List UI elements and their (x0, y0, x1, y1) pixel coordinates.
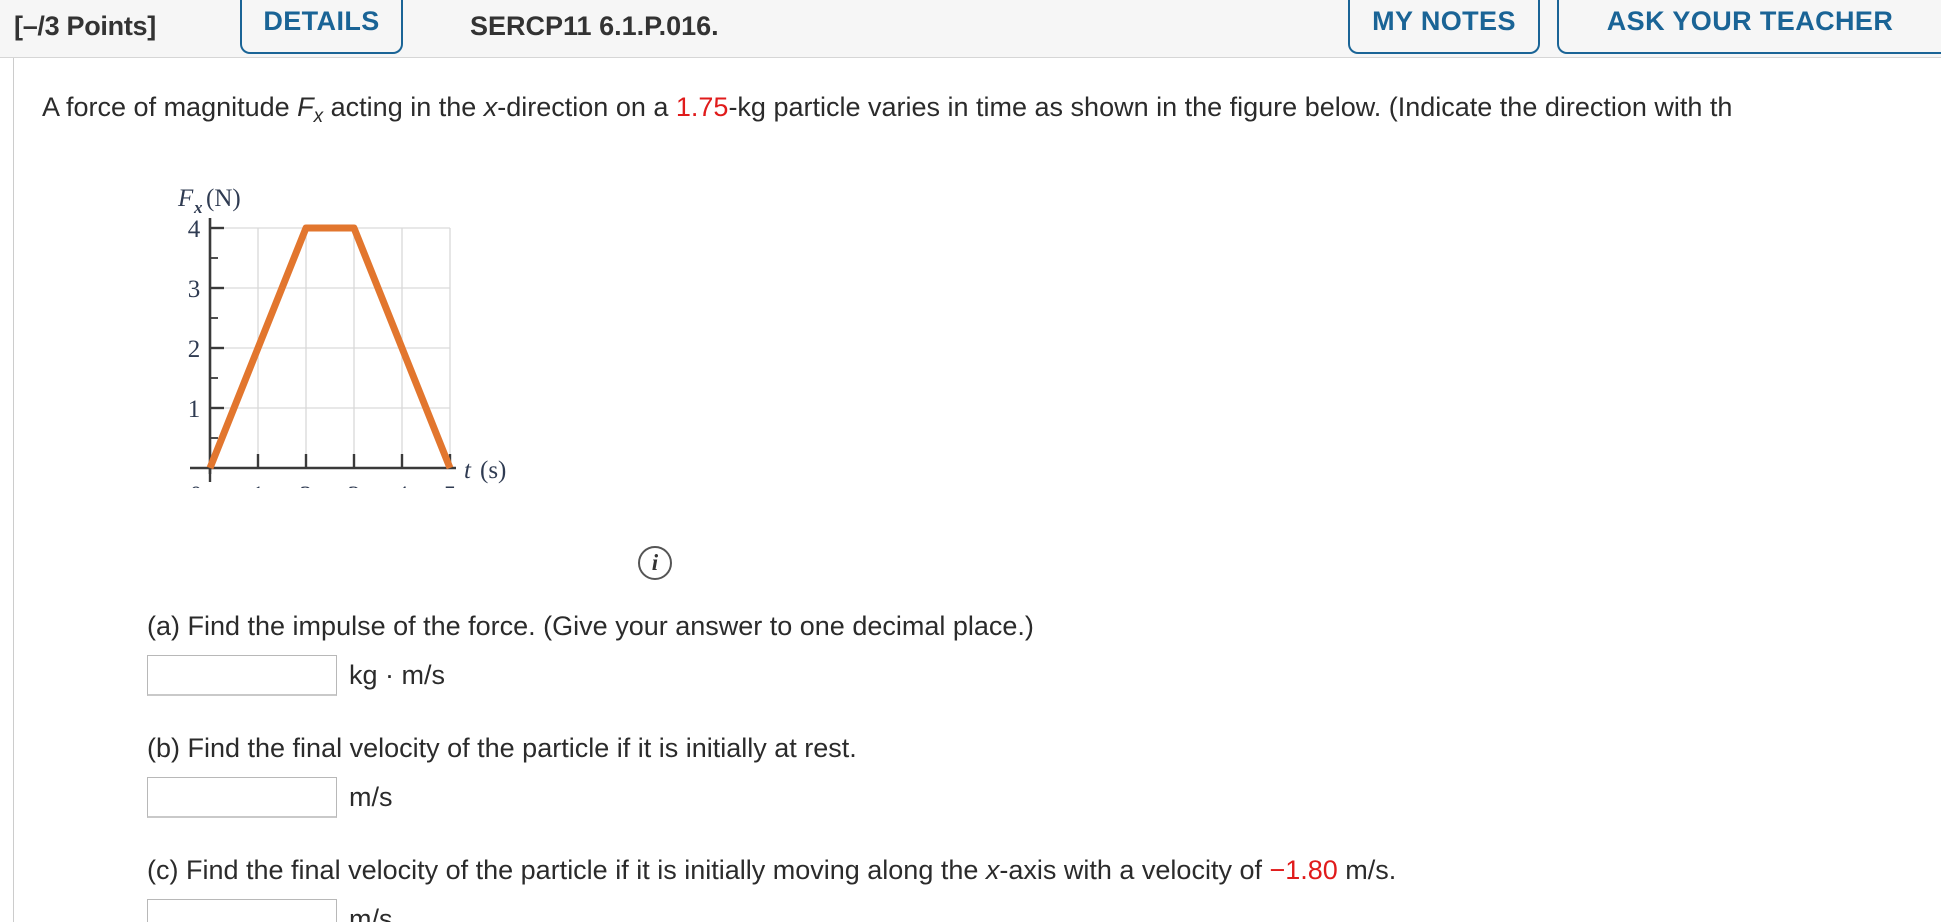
force-time-graph: F x (N) 4 3 2 1 0 1 2 3 4 (150, 178, 570, 488)
my-notes-button[interactable]: MY NOTES (1348, 0, 1540, 54)
details-button[interactable]: DETAILS (240, 0, 403, 54)
stem-text-2: acting in the (323, 92, 484, 122)
part-b-answer-input[interactable] (147, 776, 337, 818)
part-c-velocity-value: −1.80 (1269, 855, 1338, 885)
x-tick-label-2: 2 (300, 482, 313, 488)
part-c-answer-input[interactable] (147, 898, 337, 922)
x-tick-label-0: 0 (190, 482, 203, 488)
y-axis-label-unit: (N) (206, 185, 241, 212)
x-axis-label-unit: (s) (480, 457, 506, 484)
y-tick-label-4: 4 (188, 216, 201, 243)
x-tick-labels: 0 1 2 3 4 5 (190, 482, 457, 488)
part-c: (c) Find the final velocity of the parti… (147, 854, 1396, 922)
stem-mass-value: 1.75 (675, 92, 729, 122)
part-b-label: (b) Find the final velocity of the parti… (147, 733, 857, 763)
points-label: [–/3 Points] (14, 11, 156, 41)
stem-force-symbol: F (297, 92, 314, 122)
stem-text-1: A force of magnitude (42, 92, 298, 122)
page-root: [–/3 Points] DETAILS SERCP11 6.1.P.016. … (0, 0, 1941, 922)
part-a-answer-row: kg · m/s (147, 654, 1034, 696)
y-axis-label-subscript: x (193, 198, 203, 217)
info-icon[interactable]: i (638, 546, 672, 580)
y-tick-label-2: 2 (188, 336, 201, 363)
x-tick-label-5: 5 (444, 482, 457, 488)
axis-lines (190, 218, 456, 474)
part-b-unit: m/s (349, 781, 393, 812)
part-a: (a) Find the impulse of the force. (Give… (147, 610, 1034, 696)
y-tick-label-1: 1 (188, 396, 201, 423)
stem-x-symbol: x (483, 92, 498, 122)
ask-your-teacher-button[interactable]: ASK YOUR TEACHER (1557, 0, 1941, 54)
stem-text-3: -direction on a (497, 92, 676, 122)
grid-lines (210, 227, 451, 468)
part-a-label: (a) Find the impulse of the force. (Give… (147, 611, 1034, 641)
part-c-unit: m/s (349, 903, 393, 922)
part-b-answer-row: m/s (147, 776, 857, 818)
part-c-x-symbol: x (985, 855, 1000, 885)
stem-text-4: -kg particle varies in time as shown in … (728, 92, 1733, 122)
x-axis-label-symbol: t (464, 457, 472, 484)
part-c-text-3: m/s. (1337, 855, 1397, 885)
part-a-unit: kg · m/s (349, 659, 446, 690)
problem-header-bar: [–/3 Points] DETAILS SERCP11 6.1.P.016. … (0, 0, 1941, 58)
x-tick-label-3: 3 (348, 482, 361, 488)
part-c-text-1: (c) Find the final velocity of the parti… (147, 855, 986, 885)
y-axis-label: F x (N) (177, 185, 241, 217)
question-stem: A force of magnitude Fx acting in the x-… (42, 90, 1732, 130)
part-c-label: (c) Find the final velocity of the parti… (147, 854, 1396, 888)
problem-body: A force of magnitude Fx acting in the x-… (0, 58, 1941, 922)
x-tick-label-4: 4 (396, 482, 409, 488)
x-axis-label: t (s) (464, 457, 506, 484)
part-b: (b) Find the final velocity of the parti… (147, 732, 857, 818)
force-time-graph-svg: F x (N) 4 3 2 1 0 1 2 3 4 (177, 185, 506, 488)
x-tick-label-1: 1 (252, 482, 265, 488)
y-tick-labels: 4 3 2 1 (188, 216, 201, 423)
left-divider (13, 58, 14, 922)
part-c-answer-row: m/s (147, 898, 1396, 922)
problem-id-label: SERCP11 6.1.P.016. (470, 11, 719, 41)
y-axis-label-symbol: F (177, 185, 194, 212)
part-c-text-2: -axis with a velocity of (999, 855, 1270, 885)
stem-force-subscript: x (313, 106, 324, 128)
part-a-answer-input[interactable] (147, 654, 337, 696)
y-tick-label-3: 3 (188, 276, 201, 303)
